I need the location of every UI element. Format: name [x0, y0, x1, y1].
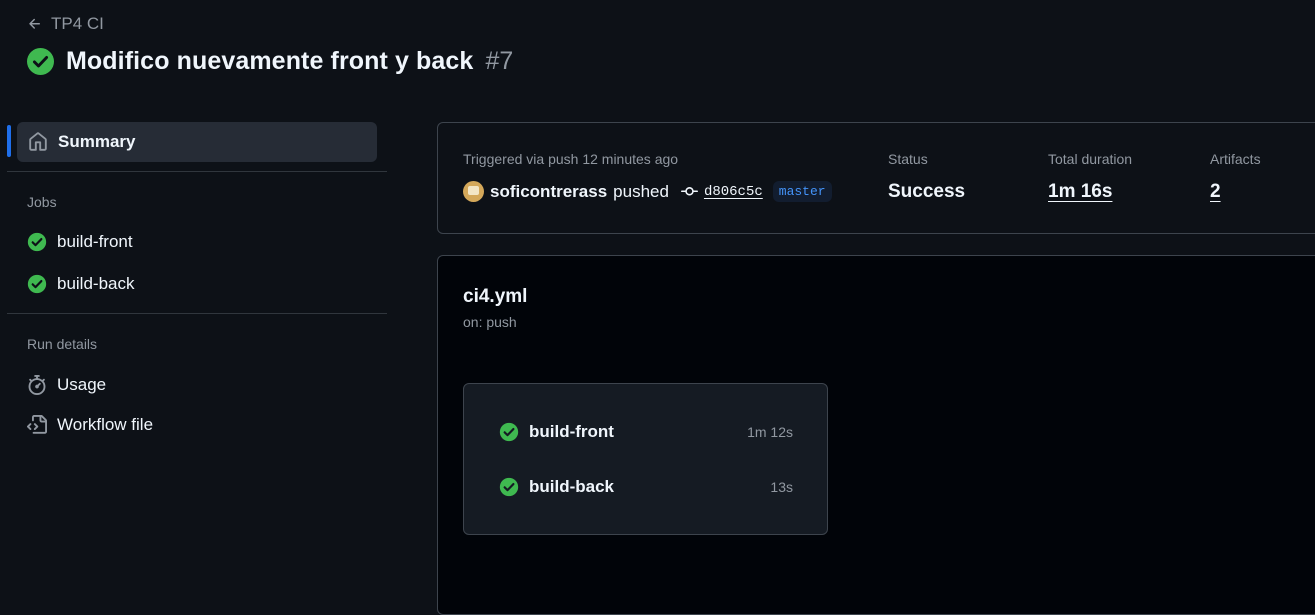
- push-info: soficontrerass pushed d806c5c master: [463, 181, 832, 202]
- check-circle-icon: [499, 477, 519, 497]
- file-code-icon: [27, 415, 47, 434]
- sidebar-item-label: build-back: [57, 274, 135, 293]
- back-link-label: TP4 CI: [51, 14, 104, 33]
- job-build-front[interactable]: build-front 1m 12s: [499, 422, 793, 442]
- job-build-back[interactable]: build-back 13s: [499, 477, 793, 497]
- run-summary-card: [437, 122, 1315, 234]
- page-title: Modifico nuevamente front y back: [66, 47, 474, 75]
- sidebar-divider: [7, 313, 387, 314]
- git-commit-icon: [680, 186, 698, 196]
- sidebar-item-label: Workflow file: [57, 415, 154, 434]
- sidebar-heading-jobs: Jobs: [27, 194, 57, 210]
- username-link[interactable]: soficontrerass: [490, 182, 607, 202]
- workflow-file-name: ci4.yml: [463, 286, 528, 307]
- arrow-left-icon: [29, 18, 40, 29]
- back-link[interactable]: TP4 CI: [27, 14, 104, 34]
- sidebar-item-label: Usage: [57, 375, 107, 394]
- artifacts-label: Artifacts: [1210, 151, 1261, 167]
- job-name: build-front: [529, 422, 614, 441]
- job-duration: 1m 12s: [747, 424, 793, 440]
- sidebar-divider: [7, 171, 387, 172]
- sidebar-heading-run-details: Run details: [27, 336, 98, 352]
- sidebar-active-indicator: [7, 125, 11, 157]
- commit-sha-link[interactable]: d806c5c: [704, 184, 763, 200]
- total-duration-label: Total duration: [1048, 151, 1133, 167]
- avatar[interactable]: [463, 181, 484, 202]
- home-icon: [29, 132, 47, 151]
- run-title-row: Modifico nuevamente front y back #7: [27, 47, 513, 76]
- job-name: build-back: [529, 477, 615, 496]
- sidebar-item-usage[interactable]: Usage: [27, 375, 106, 395]
- check-circle-icon: [27, 48, 54, 75]
- job-duration: 13s: [770, 479, 793, 495]
- sidebar-item-label: Summary: [58, 132, 136, 151]
- sidebar-item-summary[interactable]: Summary: [17, 122, 377, 162]
- status-label: Status: [888, 151, 928, 167]
- workflow-trigger: on: push: [463, 314, 517, 330]
- run-number: #7: [485, 47, 514, 75]
- status-value: Success: [888, 181, 966, 202]
- push-action: pushed: [613, 181, 669, 201]
- sidebar-item-build-front[interactable]: build-front: [27, 232, 133, 252]
- artifacts-count-link[interactable]: 2: [1210, 181, 1221, 203]
- total-duration-link[interactable]: 1m 16s: [1048, 181, 1112, 203]
- stopwatch-icon: [28, 375, 46, 395]
- trigger-info: Triggered via push 12 minutes ago: [463, 151, 679, 167]
- sidebar-item-label: build-front: [57, 232, 133, 251]
- check-circle-icon: [499, 422, 519, 442]
- sidebar-item-build-back[interactable]: build-back: [27, 274, 135, 294]
- check-circle-icon: [27, 232, 47, 252]
- sidebar-item-workflow-file[interactable]: Workflow file: [27, 415, 153, 435]
- check-circle-icon: [27, 274, 47, 294]
- branch-label[interactable]: master: [772, 181, 832, 202]
- job-group: [463, 383, 828, 535]
